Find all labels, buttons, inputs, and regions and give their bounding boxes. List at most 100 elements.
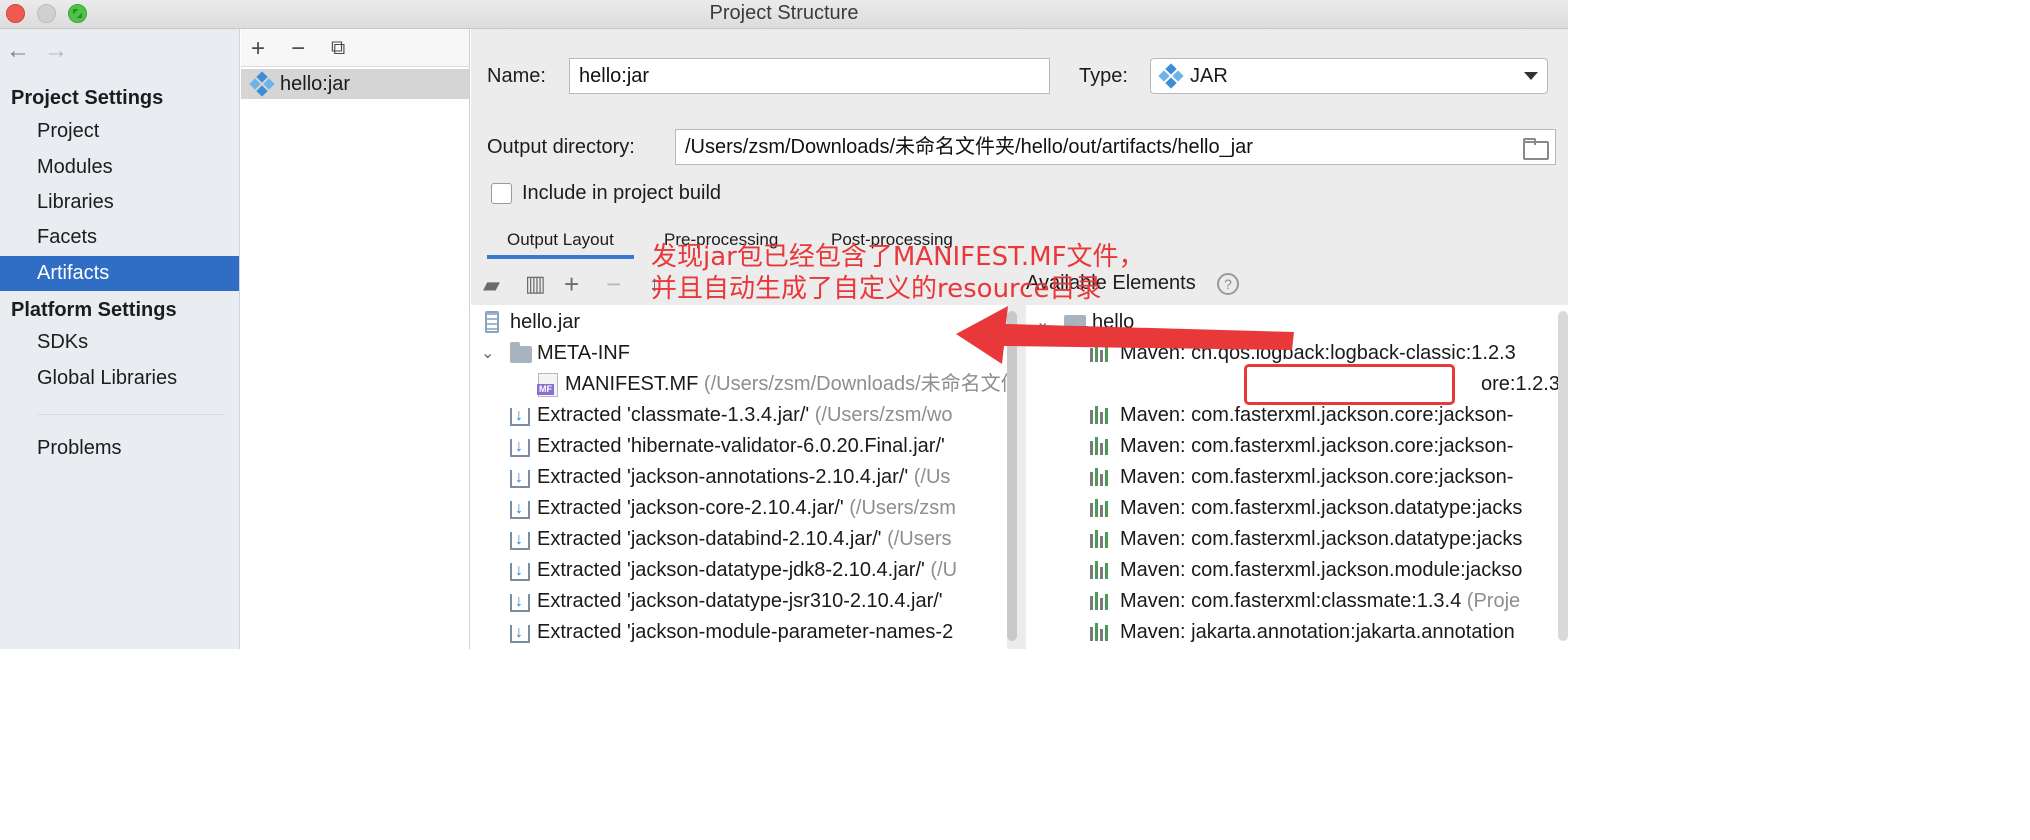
name-field[interactable]: hello:jar bbox=[569, 58, 1050, 94]
library-icon bbox=[1090, 468, 1112, 486]
sidebar-item-project[interactable]: Project bbox=[0, 114, 239, 149]
extracted-archive-icon bbox=[510, 617, 530, 648]
sidebar-item-sdks[interactable]: SDKs bbox=[0, 325, 239, 360]
new-archive-icon[interactable]: ▥ bbox=[525, 271, 546, 297]
annotation-text: 发现jar包已经包含了MANIFEST.MF文件， 并且自动生成了自定义的res… bbox=[651, 241, 1145, 305]
extracted-name: Extracted 'jackson-annotations-2.10.4.ja… bbox=[537, 466, 909, 488]
extracted-archive-icon bbox=[510, 400, 530, 431]
extracted-path: (/U bbox=[930, 559, 958, 581]
library-name: Maven: com.fasterxml.jackson.datatype:ja… bbox=[1120, 528, 1523, 550]
tree-row-extracted[interactable]: Extracted 'hibernate-validator-6.0.20.Fi… bbox=[510, 431, 945, 462]
output-directory-field[interactable]: /Users/zsm/Downloads/未命名文件夹/hello/out/ar… bbox=[675, 129, 1556, 165]
tab-output-layout[interactable]: Output Layout bbox=[487, 225, 634, 259]
tree-row-extracted[interactable]: Extracted 'jackson-annotations-2.10.4.ja… bbox=[510, 462, 951, 493]
available-tree-scrollbar[interactable] bbox=[1558, 311, 1568, 641]
extracted-path: (/Users bbox=[887, 528, 952, 550]
tree-row-extracted[interactable]: Extracted 'jackson-module-parameter-name… bbox=[510, 617, 954, 648]
extracted-name: Extracted 'classmate-1.3.4.jar/' bbox=[537, 404, 810, 426]
library-row[interactable]: Maven: com.fasterxml:classmate:1.3.4 (Pr… bbox=[1090, 586, 1521, 617]
tree-row-meta-inf[interactable]: ⌄ META-INF bbox=[481, 338, 630, 369]
annotation-highlight-box bbox=[1244, 364, 1455, 405]
sidebar-item-modules[interactable]: Modules bbox=[0, 150, 239, 185]
tree-row-extracted[interactable]: Extracted 'jackson-datatype-jsr310-2.10.… bbox=[510, 586, 943, 617]
library-row[interactable]: Maven: jakarta.annotation:jakarta.annota… bbox=[1090, 617, 1515, 648]
extracted-name: Extracted 'jackson-core-2.10.4.jar/' bbox=[537, 497, 844, 519]
browse-folder-icon[interactable] bbox=[1523, 138, 1549, 160]
library-name: Maven: com.fasterxml.jackson.core:jackso… bbox=[1120, 435, 1514, 457]
library-row[interactable]: Maven: com.fasterxml.jackson.core:jackso… bbox=[1090, 431, 1514, 462]
minus-icon[interactable]: − bbox=[291, 35, 305, 63]
sidebar-item-facets[interactable]: Facets bbox=[0, 220, 239, 255]
chevron-down-icon[interactable]: ⌄ bbox=[481, 338, 494, 369]
add-element-icon[interactable]: + bbox=[564, 269, 579, 300]
extracted-path: (/Users/zsm/wo bbox=[814, 404, 953, 426]
project-settings-header: Project Settings bbox=[11, 87, 164, 109]
extracted-archive-icon bbox=[510, 586, 530, 617]
library-name: Maven: com.fasterxml.jackson.core:jackso… bbox=[1120, 466, 1514, 488]
library-icon bbox=[1090, 623, 1112, 641]
manifest-path: (/Users/zsm/Downloads/未命名文件夹/hello/src/m… bbox=[703, 373, 1007, 395]
back-arrow-icon[interactable]: ← bbox=[6, 37, 30, 65]
extracted-archive-icon bbox=[510, 524, 530, 555]
jar-type-icon bbox=[1158, 63, 1184, 89]
library-name: Maven: com.fasterxml.jackson.datatype:ja… bbox=[1120, 497, 1523, 519]
manifest-file-icon: MF bbox=[537, 373, 558, 397]
library-icon bbox=[1090, 530, 1112, 548]
annotation-line-1: 发现jar包已经包含了MANIFEST.MF文件， bbox=[651, 242, 1145, 272]
library-name: Maven: com.fasterxml:classmate:1.3.4 bbox=[1120, 590, 1462, 612]
extracted-archive-icon bbox=[510, 493, 530, 524]
artifact-toolbar: + − ⧉ bbox=[241, 29, 469, 67]
type-label: Type: bbox=[1079, 65, 1128, 87]
sidebar-item-global-libraries[interactable]: Global Libraries bbox=[0, 361, 239, 396]
copy-icon[interactable]: ⧉ bbox=[331, 37, 345, 60]
type-select-value: JAR bbox=[1190, 65, 1228, 87]
tree-row-extracted[interactable]: Extracted 'classmate-1.3.4.jar/' (/Users… bbox=[510, 400, 953, 431]
manifest-name: MANIFEST.MF bbox=[565, 373, 699, 395]
plus-icon[interactable]: + bbox=[251, 35, 265, 63]
include-in-build-checkbox[interactable] bbox=[491, 183, 512, 204]
type-select[interactable]: JAR bbox=[1150, 58, 1548, 94]
library-suffix: (Proje bbox=[1466, 590, 1521, 612]
library-icon bbox=[1090, 499, 1112, 517]
artifact-list-panel: + − ⧉ hello:jar bbox=[241, 29, 470, 649]
jar-artifact-icon bbox=[249, 71, 275, 97]
extracted-name: Extracted 'jackson-module-parameter-name… bbox=[537, 621, 954, 643]
extracted-archive-icon bbox=[510, 431, 530, 462]
sidebar-item-artifacts[interactable]: Artifacts bbox=[0, 256, 239, 291]
output-directory-value: /Users/zsm/Downloads/未命名文件夹/hello/out/ar… bbox=[685, 136, 1253, 158]
platform-settings-header: Platform Settings bbox=[11, 299, 177, 321]
remove-element-icon[interactable]: − bbox=[606, 269, 621, 300]
annotation-arrow bbox=[956, 306, 1294, 364]
sidebar-item-libraries[interactable]: Libraries bbox=[0, 185, 239, 220]
tree-row-extracted[interactable]: Extracted 'jackson-databind-2.10.4.jar/'… bbox=[510, 524, 952, 555]
library-name: Maven: com.fasterxml.jackson.core:jackso… bbox=[1120, 404, 1514, 426]
settings-sidebar: ← → Project Settings Project Modules Libr… bbox=[0, 29, 240, 649]
tree-row-extracted[interactable]: Extracted 'jackson-datatype-jdk8-2.10.4.… bbox=[510, 555, 958, 586]
tree-row-jar[interactable]: hello.jar bbox=[485, 307, 581, 338]
tree-row-label: META-INF bbox=[537, 342, 630, 364]
tree-row-extracted[interactable]: Extracted 'jackson-core-2.10.4.jar/' (/U… bbox=[510, 493, 956, 524]
tree-row-label: hello.jar bbox=[510, 311, 581, 333]
annotation-arrow-shape bbox=[956, 306, 1294, 364]
forward-arrow-icon[interactable]: → bbox=[44, 37, 68, 65]
library-row[interactable]: Maven: com.fasterxml.jackson.module:jack… bbox=[1090, 555, 1523, 586]
artifact-item[interactable]: hello:jar bbox=[241, 69, 469, 99]
library-row[interactable]: Maven: com.fasterxml.jackson.datatype:ja… bbox=[1090, 524, 1523, 555]
sidebar-item-problems[interactable]: Problems bbox=[0, 431, 239, 466]
extracted-path: (/Us bbox=[913, 466, 951, 488]
tree-row-manifest[interactable]: MF MANIFEST.MF (/Users/zsm/Downloads/未命名… bbox=[537, 369, 1007, 400]
output-directory-label: Output directory: bbox=[487, 136, 635, 158]
new-folder-icon[interactable]: ▰ bbox=[483, 272, 500, 298]
output-layout-tree: hello.jar ⌄ META-INF MF MANIFEST.MF (/Us… bbox=[471, 305, 1007, 649]
artifact-item-label: hello:jar bbox=[280, 73, 351, 95]
library-row[interactable]: Maven: com.fasterxml.jackson.core:jackso… bbox=[1090, 462, 1514, 493]
library-row[interactable]: Maven: com.fasterxml.jackson.datatype:ja… bbox=[1090, 493, 1523, 524]
library-name: Maven: com.fasterxml.jackson.module:jack… bbox=[1120, 559, 1523, 581]
extracted-name: Extracted 'hibernate-validator-6.0.20.Fi… bbox=[537, 435, 945, 457]
library-icon bbox=[1090, 592, 1112, 610]
library-row[interactable]: ore:1.2.3 (P bbox=[1481, 369, 1568, 400]
extracted-archive-icon bbox=[510, 555, 530, 586]
library-icon bbox=[1090, 406, 1112, 424]
library-name: ore:1.2.3 bbox=[1481, 373, 1560, 395]
help-icon[interactable]: ? bbox=[1217, 273, 1239, 295]
